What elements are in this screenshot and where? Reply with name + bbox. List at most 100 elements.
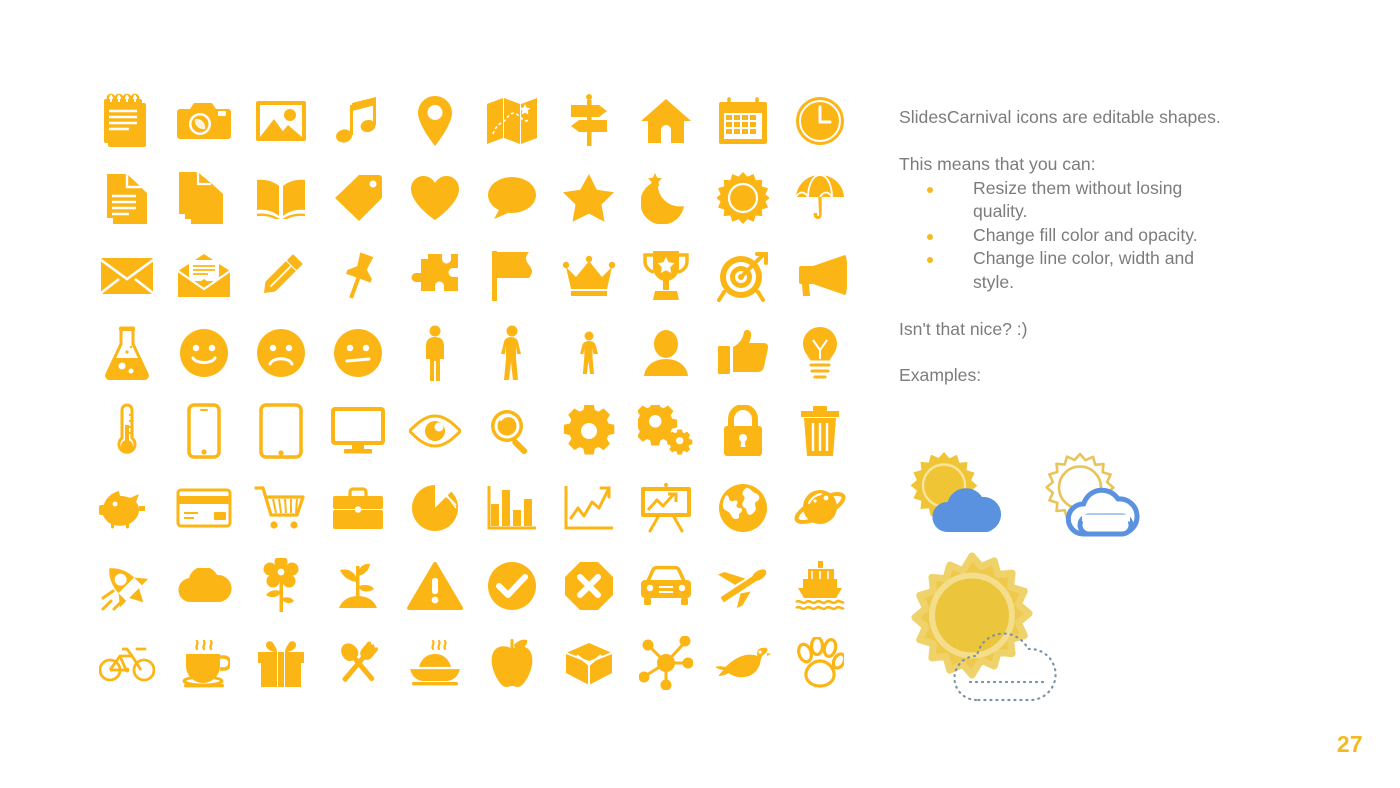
- speech-bubble-icon[interactable]: [473, 160, 550, 238]
- planet-icon[interactable]: [781, 470, 858, 548]
- pushpin-icon[interactable]: [319, 237, 396, 315]
- lightbulb-icon[interactable]: [781, 315, 858, 393]
- ship-icon[interactable]: [781, 547, 858, 625]
- closing-paragraph: Isn't that nice? :): [899, 318, 1028, 339]
- airplane-icon[interactable]: [704, 547, 781, 625]
- thumbs-up-icon[interactable]: [704, 315, 781, 393]
- page-number: 27: [1336, 731, 1363, 757]
- signpost-icon[interactable]: [550, 82, 627, 160]
- camera-icon[interactable]: [165, 82, 242, 160]
- shopping-cart-icon[interactable]: [242, 470, 319, 548]
- monitor-icon[interactable]: [319, 392, 396, 470]
- icon-grid: [88, 82, 856, 702]
- map-icon[interactable]: [473, 82, 550, 160]
- child-icon[interactable]: [550, 315, 627, 393]
- list-item: Resize them without losing quality.: [899, 177, 1239, 224]
- photo-icon[interactable]: [242, 82, 319, 160]
- food-bowl-icon[interactable]: [396, 625, 473, 703]
- x-octagon-icon[interactable]: [550, 547, 627, 625]
- star-icon[interactable]: [550, 160, 627, 238]
- magnifier-icon[interactable]: [473, 392, 550, 470]
- tablet-icon[interactable]: [242, 392, 319, 470]
- warning-triangle-icon[interactable]: [396, 547, 473, 625]
- cutlery-icon[interactable]: [319, 625, 396, 703]
- smartphone-icon[interactable]: [165, 392, 242, 470]
- paw-print-icon[interactable]: [781, 625, 858, 703]
- sun-with-dotted-cloud-icon[interactable]: [900, 552, 1100, 717]
- bullet-dot-icon: [927, 233, 933, 240]
- briefcase-icon[interactable]: [319, 470, 396, 548]
- sun-icon[interactable]: [704, 160, 781, 238]
- open-book-icon[interactable]: [242, 160, 319, 238]
- location-pin-icon[interactable]: [396, 82, 473, 160]
- heart-icon[interactable]: [396, 160, 473, 238]
- documents-stack-icon[interactable]: [165, 160, 242, 238]
- sun-behind-cloud-outline-icon[interactable]: [1038, 450, 1148, 543]
- cloud-icon[interactable]: [165, 547, 242, 625]
- person-standing-icon[interactable]: [473, 315, 550, 393]
- apple-icon[interactable]: [473, 625, 550, 703]
- credit-card-icon[interactable]: [165, 470, 242, 548]
- clock-icon[interactable]: [781, 82, 858, 160]
- music-note-icon[interactable]: [319, 82, 396, 160]
- bullet-label: Resize them without losing quality.: [973, 177, 1183, 222]
- gift-icon[interactable]: [242, 625, 319, 703]
- gears-icon[interactable]: [627, 392, 704, 470]
- crown-icon[interactable]: [550, 237, 627, 315]
- check-circle-icon[interactable]: [473, 547, 550, 625]
- trophy-icon[interactable]: [627, 237, 704, 315]
- lock-icon[interactable]: [704, 392, 781, 470]
- user-avatar-icon[interactable]: [627, 315, 704, 393]
- bicycle-icon[interactable]: [88, 625, 165, 703]
- target-icon[interactable]: [704, 237, 781, 315]
- smiley-neutral-icon[interactable]: [319, 315, 396, 393]
- flower-icon[interactable]: [242, 547, 319, 625]
- lead-in-paragraph: This means that you can:: [899, 154, 1096, 175]
- pencil-icon[interactable]: [242, 237, 319, 315]
- umbrella-icon[interactable]: [781, 160, 858, 238]
- presentation-chart-icon[interactable]: [627, 470, 704, 548]
- open-box-icon[interactable]: [550, 625, 627, 703]
- gear-icon[interactable]: [550, 392, 627, 470]
- piggy-bank-icon[interactable]: [88, 470, 165, 548]
- person-icon[interactable]: [396, 315, 473, 393]
- list-item: Change line color, width and style.: [899, 247, 1239, 294]
- bullet-label: Change line color, width and style.: [973, 248, 1195, 293]
- bullet-dot-icon: [927, 186, 933, 193]
- network-icon[interactable]: [627, 625, 704, 703]
- trash-icon[interactable]: [781, 392, 858, 470]
- eye-icon[interactable]: [396, 392, 473, 470]
- globe-icon[interactable]: [704, 470, 781, 548]
- thermometer-icon[interactable]: [88, 392, 165, 470]
- sun-behind-cloud-filled-icon[interactable]: [902, 448, 1002, 541]
- smiley-happy-icon[interactable]: [165, 315, 242, 393]
- document-icon[interactable]: [88, 160, 165, 238]
- puzzle-piece-icon[interactable]: [396, 237, 473, 315]
- line-chart-icon[interactable]: [550, 470, 627, 548]
- megaphone-icon[interactable]: [781, 237, 858, 315]
- smiley-sad-icon[interactable]: [242, 315, 319, 393]
- flask-icon[interactable]: [88, 315, 165, 393]
- tag-icon[interactable]: [319, 160, 396, 238]
- slide-canvas: SlidesCarnival icons are editable shapes…: [0, 0, 1400, 788]
- coffee-cup-icon[interactable]: [165, 625, 242, 703]
- calendar-icon[interactable]: [704, 82, 781, 160]
- bullet-label: Change fill color and opacity.: [973, 224, 1198, 245]
- flag-icon[interactable]: [473, 237, 550, 315]
- list-item: Change fill color and opacity.: [899, 224, 1239, 248]
- moon-star-icon[interactable]: [627, 160, 704, 238]
- bullet-dot-icon: [927, 257, 933, 264]
- open-envelope-icon[interactable]: [165, 237, 242, 315]
- sprout-icon[interactable]: [319, 547, 396, 625]
- benefit-bullet-list: Resize them without losing quality. Chan…: [899, 177, 1239, 295]
- bird-icon[interactable]: [704, 625, 781, 703]
- examples-label: Examples:: [899, 365, 982, 386]
- pie-chart-icon[interactable]: [396, 470, 473, 548]
- examples-area: [896, 442, 1236, 722]
- notepad-icon[interactable]: [88, 82, 165, 160]
- car-icon[interactable]: [627, 547, 704, 625]
- bar-chart-icon[interactable]: [473, 470, 550, 548]
- home-icon[interactable]: [627, 82, 704, 160]
- rocket-icon[interactable]: [88, 547, 165, 625]
- envelope-icon[interactable]: [88, 237, 165, 315]
